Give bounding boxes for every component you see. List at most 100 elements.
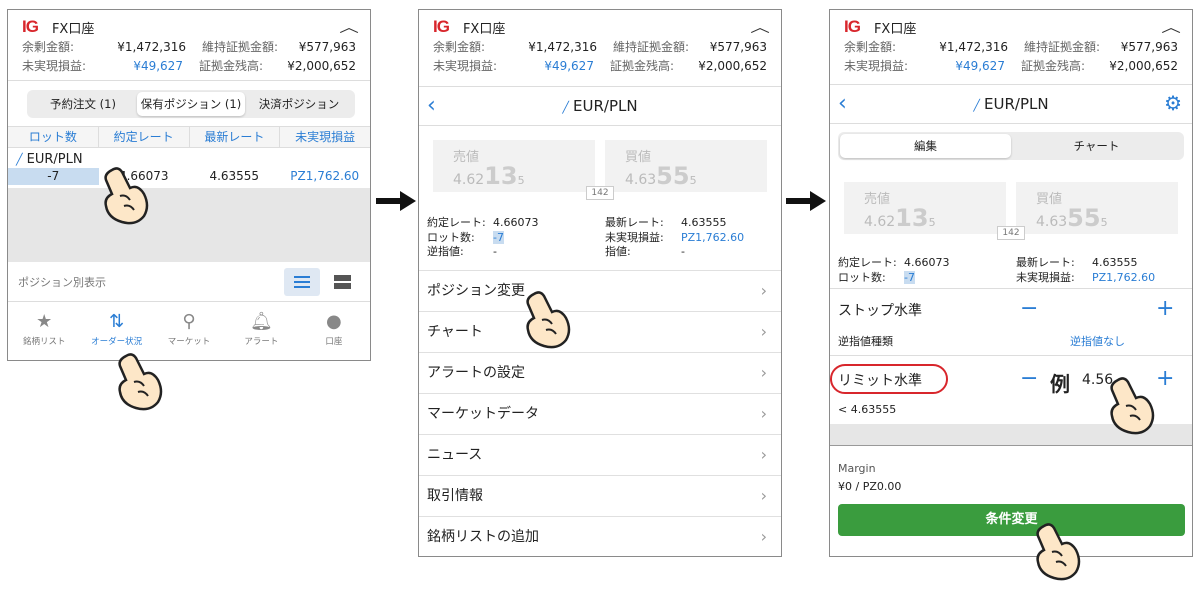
balance-value: ¥2,000,652 <box>1109 59 1178 73</box>
tab-closed-positions[interactable]: 決済ポジション <box>245 92 353 116</box>
free-margin-value: ¥1,472,316 <box>117 40 186 54</box>
buy-quote[interactable]: 買値 4.63555 <box>605 140 767 192</box>
account-title: FX口座 <box>462 21 506 37</box>
pencil-icon: ╱ <box>562 101 570 114</box>
gear-icon[interactable]: ⚙ <box>1164 91 1182 115</box>
submit-change-button[interactable]: 条件変更 <box>838 504 1185 536</box>
bell-icon: 🔔︎ <box>249 311 273 332</box>
maint-margin-value: ¥577,963 <box>709 40 767 54</box>
chevron-up-icon[interactable]: ︿ <box>339 17 359 37</box>
unrealized-label: 未実現損益: <box>433 59 498 73</box>
table-row[interactable]: -7 4.66073 4.63555 PZ1,762.60 <box>8 168 370 185</box>
maint-margin-label: 維持証拠金額: <box>1024 40 1101 54</box>
list-icon <box>294 276 310 288</box>
positions-table-header: ロット数 約定レート 最新レート 未実現損益 <box>8 126 370 148</box>
free-margin-label: 余剰金額: <box>433 40 486 54</box>
list-view-button[interactable] <box>284 268 320 296</box>
balance-label: 証拠金残高: <box>198 59 263 73</box>
tab-alert[interactable]: 🔔︎ アラート <box>225 305 297 360</box>
maint-margin-value: ¥577,963 <box>1120 40 1178 54</box>
menu-news[interactable]: ニュース › <box>419 434 781 475</box>
row-unrealized: PZ1,762.60 <box>290 169 360 183</box>
chevron-right-icon: › <box>760 363 767 382</box>
position-view-label: ポジション別表示 <box>18 276 106 289</box>
unrealized-value: ¥49,627 <box>955 59 1005 73</box>
menu-chart[interactable]: チャート › <box>419 311 781 352</box>
menu-add-watchlist[interactable]: 銘柄リストの追加 › <box>419 516 781 556</box>
menu-market-data[interactable]: マーケットデータ › <box>419 393 781 434</box>
col-entry-rate[interactable]: 約定レート <box>99 127 190 147</box>
stop-level-label: ストップ水準 <box>838 303 922 319</box>
col-unrealized[interactable]: 未実現損益 <box>280 127 370 147</box>
grouped-view-button[interactable] <box>324 268 360 296</box>
account-title: FX口座 <box>51 21 95 37</box>
page-title: ╱ EUR/PLN <box>973 95 1049 113</box>
panel-positions: IG FX口座 ︿ 余剰金額: ¥1,472,316 維持証拠金額: ¥577,963… <box>7 9 371 361</box>
balance-label: 証拠金残高: <box>609 59 674 73</box>
star-icon: ★ <box>36 311 53 332</box>
chevron-up-icon[interactable]: ︿ <box>750 17 770 37</box>
position-view-bar: ポジション別表示 <box>8 262 370 302</box>
stop-type-label: 逆指値種類 <box>838 335 893 348</box>
balance-value: ¥2,000,652 <box>698 59 767 73</box>
grid-icon <box>334 275 351 289</box>
ig-logo: IG <box>844 17 861 36</box>
maint-margin-label: 維持証拠金額: <box>202 40 279 54</box>
spread-badge: 142 <box>997 226 1025 240</box>
spread-badge: 142 <box>586 186 614 200</box>
free-margin-value: ¥1,472,316 <box>939 40 1008 54</box>
menu-modify-position[interactable]: ポジション変更 › <box>419 270 781 311</box>
menu-alert-settings[interactable]: アラートの設定 › <box>419 352 781 393</box>
tab-chart[interactable]: チャート <box>1011 134 1182 158</box>
col-lots[interactable]: ロット数 <box>8 127 99 147</box>
stop-minus-button[interactable]: − <box>1020 298 1038 320</box>
buy-price: 4.63555 <box>625 162 697 190</box>
panel-position-menu: IG FX口座 ︿ 余剰金額: ¥1,472,316 維持証拠金額: ¥577,963… <box>418 9 782 557</box>
chevron-right-icon: › <box>760 404 767 423</box>
sell-price: 4.62135 <box>864 204 936 232</box>
details-left: 約定レート: 4.66073 ロット数: -7 逆指値: - <box>427 216 539 258</box>
pencil-icon: ╱ <box>16 153 23 166</box>
tab-watchlist[interactable]: ★ 銘柄リスト <box>8 305 80 360</box>
tab-open-positions[interactable]: 保有ポジション (1) <box>137 92 245 116</box>
chevron-right-icon: › <box>760 281 767 300</box>
stop-plus-button[interactable]: + <box>1156 298 1174 320</box>
unrealized-label: 未実現損益: <box>844 59 909 73</box>
buy-price: 4.63555 <box>1036 204 1108 232</box>
tab-account[interactable]: ● 口座 <box>298 305 370 360</box>
free-margin-label: 余剰金額: <box>22 40 75 54</box>
limit-plus-button[interactable]: + <box>1156 368 1174 390</box>
nav-bar: ‹ ╱ EUR/PLN ⚙ <box>830 84 1192 124</box>
buy-quote[interactable]: 買値 4.63555 <box>1016 182 1178 234</box>
chevron-up-icon[interactable]: ︿ <box>1161 17 1181 37</box>
details-right: 最新レート: 4.63555 未実現損益: PZ1,762.60 <box>1016 256 1156 284</box>
unrealized-value: ¥49,627 <box>544 59 594 73</box>
limit-hint: < 4.63555 <box>838 403 897 416</box>
tab-pending-orders[interactable]: 予約注文 (1) <box>29 92 137 116</box>
flow-arrow-2 <box>786 191 826 211</box>
sell-price: 4.62135 <box>453 162 525 190</box>
chevron-right-icon: › <box>760 445 767 464</box>
order-segment-control: 予約注文 (1) 保有ポジション (1) 決済ポジション <box>27 90 355 118</box>
flow-arrow-1 <box>376 191 416 211</box>
tab-edit[interactable]: 編集 <box>840 134 1011 158</box>
search-icon: ⚲ <box>182 311 196 332</box>
col-latest-rate[interactable]: 最新レート <box>190 127 281 147</box>
maint-margin-label: 維持証拠金額: <box>613 40 690 54</box>
details-left: 約定レート: 4.66073 ロット数: -7 <box>838 256 950 284</box>
account-summary: IG FX口座 ︿ 余剰金額: ¥1,472,316 維持証拠金額: ¥577,963… <box>830 10 1192 80</box>
balance-value: ¥2,000,652 <box>287 59 356 73</box>
free-margin-label: 余剰金額: <box>844 40 897 54</box>
stop-type-select[interactable]: 逆指値なし <box>1070 333 1125 349</box>
chevron-right-icon: › <box>760 322 767 341</box>
sell-quote[interactable]: 売値 4.62135 <box>433 140 595 192</box>
limit-minus-button[interactable]: − <box>1020 368 1038 390</box>
pointing-hand-icon <box>1110 377 1155 435</box>
position-pair[interactable]: ╱ EUR/PLN <box>16 152 83 167</box>
account-icon: ● <box>325 311 342 332</box>
sell-quote[interactable]: 売値 4.62135 <box>844 182 1006 234</box>
menu-trade-info[interactable]: 取引情報 › <box>419 475 781 516</box>
panel-edit-position: IG FX口座 ︿ 余剰金額: ¥1,472,316 維持証拠金額: ¥577,963… <box>829 9 1193 557</box>
nav-bar: ‹ ╱ EUR/PLN <box>419 86 781 126</box>
bottom-tab-bar: ★ 銘柄リスト ⇅ オーダー状況 ⚲ マーケット 🔔︎ アラート ● 口座 <box>8 305 370 360</box>
